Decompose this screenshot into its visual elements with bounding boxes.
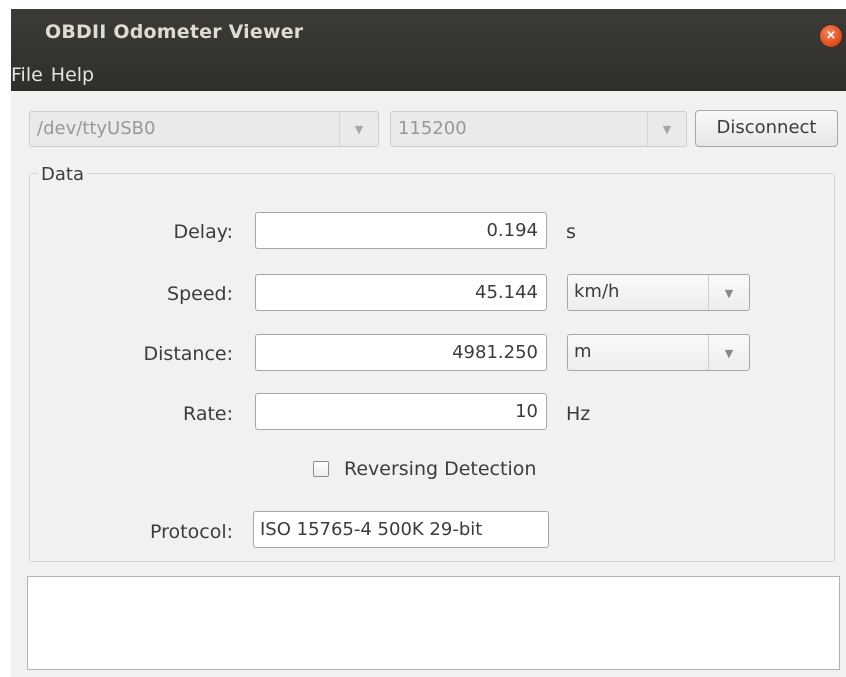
app-window: OBDII Odometer Viewer × File Help /dev/t… (11, 9, 846, 677)
distance-field[interactable]: 4981.250 (255, 334, 547, 371)
baud-value: 115200 (398, 118, 467, 139)
title-bar: OBDII Odometer Viewer × File Help (11, 9, 846, 91)
rate-label: Rate: (183, 403, 233, 425)
data-frame-title: Data (38, 164, 87, 185)
menu-file[interactable]: File (11, 64, 51, 86)
port-select[interactable]: /dev/ttyUSB0 ▼ (29, 111, 379, 147)
disconnect-button[interactable]: Disconnect (695, 110, 838, 147)
speed-unit-select[interactable]: km/h ▼ (567, 274, 750, 311)
port-value: /dev/ttyUSB0 (37, 118, 156, 139)
delay-field[interactable]: 0.194 (255, 212, 547, 249)
chevron-down-icon: ▼ (647, 112, 686, 146)
chevron-down-icon: ▼ (339, 112, 378, 146)
speed-unit-value: km/h (574, 281, 620, 302)
rate-field[interactable]: 10 (255, 393, 547, 430)
chevron-down-icon: ▼ (708, 335, 749, 370)
speed-field[interactable]: 45.144 (255, 274, 547, 311)
distance-unit-value: m (574, 341, 592, 362)
rate-unit: Hz (566, 403, 591, 425)
chevron-down-icon: ▼ (708, 275, 749, 310)
menu-bar: File Help (11, 59, 102, 91)
delay-unit: s (566, 221, 576, 243)
protocol-label: Protocol: (150, 521, 233, 543)
reversing-detection-checkbox[interactable] (313, 461, 329, 477)
reversing-detection-label[interactable]: Reversing Detection (344, 458, 536, 480)
close-icon[interactable]: × (820, 25, 842, 47)
protocol-field[interactable]: ISO 15765-4 500K 29-bit (253, 511, 549, 548)
baud-select[interactable]: 115200 ▼ (390, 111, 687, 147)
window-title: OBDII Odometer Viewer (45, 21, 304, 43)
menu-help[interactable]: Help (51, 64, 102, 86)
delay-label: Delay: (173, 221, 233, 243)
distance-unit-select[interactable]: m ▼ (567, 334, 750, 371)
speed-label: Speed: (167, 283, 233, 305)
log-textarea[interactable] (27, 576, 840, 670)
distance-label: Distance: (143, 343, 233, 365)
